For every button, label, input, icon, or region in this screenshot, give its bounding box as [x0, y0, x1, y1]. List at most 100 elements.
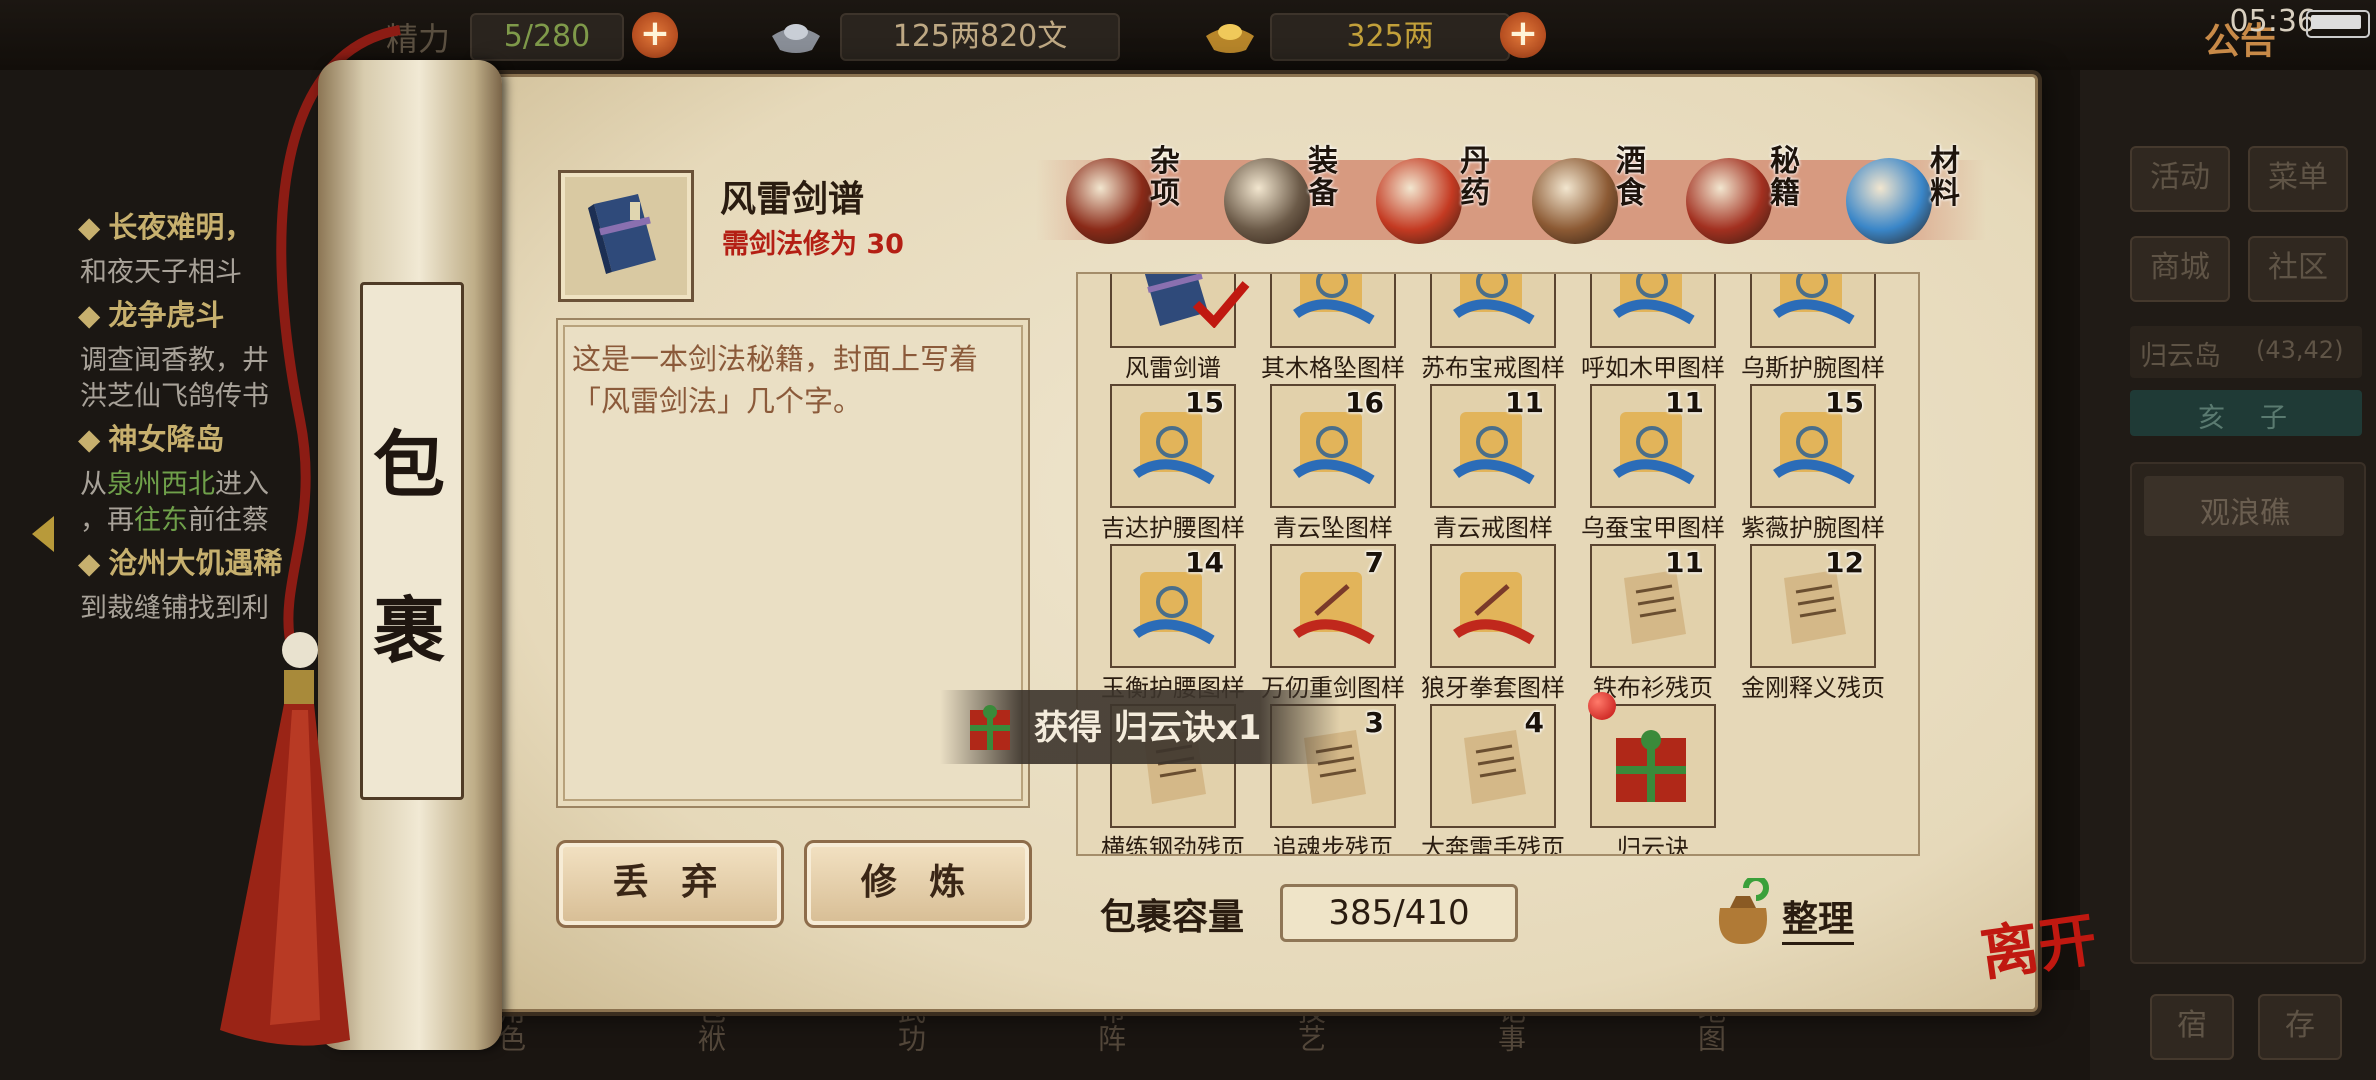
pattern-icon — [1453, 274, 1535, 325]
pattern-icon — [1773, 274, 1855, 325]
slot-frame: 14 — [1110, 544, 1236, 668]
scroll-title-char: 包 — [372, 422, 445, 507]
item-count: 4 — [1524, 706, 1544, 739]
quest-title[interactable]: 神女降岛 — [78, 416, 224, 458]
menu-button[interactable]: 菜单 — [2248, 146, 2348, 212]
quest-desc: 和夜天子相斗 — [80, 257, 242, 288]
capacity-label: 包裹容量 — [1100, 897, 1245, 938]
inventory-slot[interactable]: 7 万仞重剑图样 — [1238, 542, 1405, 704]
tab-gear-bundle[interactable]: 装备 — [1218, 140, 1368, 250]
save-button[interactable]: 存 — [2258, 994, 2342, 1060]
inventory-slot[interactable]: 呼如木甲图样 — [1558, 274, 1725, 384]
discard-button[interactable]: 丢 弃 — [556, 840, 784, 928]
inventory-slot[interactable]: 16 青云坠图样 — [1238, 382, 1398, 544]
inventory-slot[interactable]: 11 铁布衫残页 — [1558, 542, 1718, 704]
inventory-slot[interactable]: 12 金刚释义残页 — [1718, 542, 1885, 704]
slot-frame — [1270, 274, 1396, 348]
item-count: 16 — [1345, 386, 1384, 419]
item-count: 12 — [1825, 546, 1864, 579]
add-stamina-button[interactable]: + — [632, 12, 678, 58]
rest-button[interactable]: 宿 — [2150, 994, 2234, 1060]
inventory-slot[interactable]: 11 青云戒图样 — [1398, 382, 1558, 544]
jar-icon — [1066, 158, 1152, 244]
pattern-icon — [1613, 274, 1695, 325]
time-of-day-bar — [2130, 390, 2362, 436]
item-count: 11 — [1665, 546, 1704, 579]
tab-jar[interactable]: 杂项 — [1060, 140, 1210, 250]
inventory-slot[interactable]: 其木格坠图样 — [1238, 274, 1405, 384]
tab-label: 杂项 — [1150, 144, 1180, 211]
stamina-value: 5/280 — [470, 13, 624, 61]
item-count: 15 — [1825, 386, 1864, 419]
sort-button[interactable]: 整理 — [1782, 890, 1855, 945]
inventory-slot[interactable]: 4 大奔雷手残页 — [1398, 702, 1565, 854]
quest-title[interactable]: 长夜难明， — [78, 204, 253, 246]
inventory-slot[interactable]: 15 紫薇护腕图样 — [1718, 382, 1885, 544]
crystal-icon — [1846, 158, 1932, 244]
inventory-slot[interactable]: 11 乌蚕宝甲图样 — [1558, 382, 1725, 544]
time-char: 子 — [2260, 403, 2287, 434]
inventory-slot[interactable]: 15 吉达护腰图样 — [1078, 382, 1245, 544]
slot-frame: 11 — [1430, 384, 1556, 508]
slot-frame — [1430, 544, 1556, 668]
books-icon — [1686, 158, 1772, 244]
item-count: 3 — [1364, 706, 1384, 739]
slot-frame — [1590, 274, 1716, 348]
inventory-slot[interactable]: 狼牙拳套图样 — [1398, 542, 1565, 704]
tab-label: 丹药 — [1460, 144, 1490, 211]
scroll-title-panel — [360, 282, 464, 800]
inventory-slot[interactable]: 14 玉衡护腰图样 — [1078, 542, 1245, 704]
location-coords: (43,42) — [2256, 336, 2344, 364]
slot-frame: 12 — [1750, 544, 1876, 668]
tab-label: 装备 — [1308, 144, 1338, 211]
slot-frame — [1588, 692, 1716, 828]
tab-wine-food[interactable]: 酒食 — [1526, 140, 1676, 250]
inventory-slot[interactable]: 乌斯护腕图样 — [1718, 274, 1885, 384]
shop-button[interactable]: 商城 — [2130, 236, 2230, 302]
pills-icon — [1376, 158, 1462, 244]
gold-ingot-icon — [1206, 24, 1254, 53]
item-name: 紫薇护腕图样 — [1741, 514, 1885, 542]
practice-button[interactable]: 修 炼 — [804, 840, 1032, 928]
gear-bundle-icon — [1224, 158, 1310, 244]
slot-frame — [1110, 274, 1250, 348]
pattern-red-icon — [1453, 572, 1535, 645]
tab-books[interactable]: 秘籍 — [1680, 140, 1830, 250]
inventory-slot[interactable]: 归云诀 — [1558, 692, 1718, 854]
slot-frame: 15 — [1750, 384, 1876, 508]
collapse-arrow-icon[interactable] — [22, 510, 66, 558]
giftbook-icon — [1616, 730, 1686, 802]
gift-book-icon — [970, 705, 1010, 750]
add-gold-button[interactable]: + — [1500, 12, 1546, 58]
community-button[interactable]: 社区 — [2248, 236, 2348, 302]
slot-frame: 11 — [1590, 544, 1716, 668]
sort-bag-icon[interactable] — [1706, 878, 1780, 948]
capacity-value: 385/410 — [1280, 884, 1518, 942]
activity-button[interactable]: 活动 — [2130, 146, 2230, 212]
scroll-title-char: 裹 — [372, 588, 445, 673]
slot-frame: 15 — [1110, 384, 1236, 508]
item-obtained-text: 获得 归云诀x1 — [1034, 708, 1262, 748]
slot-frame — [1750, 274, 1876, 348]
place-name: 观浪礁 — [2200, 496, 2290, 531]
selected-item-name: 风雷剑谱 — [720, 179, 865, 220]
pattern-icon — [1293, 274, 1375, 325]
item-count: 14 — [1185, 546, 1224, 579]
tab-label: 酒食 — [1616, 144, 1646, 211]
area-list — [2130, 462, 2366, 964]
tab-crystal[interactable]: 材料 — [1840, 140, 1990, 250]
leave-button[interactable]: 离开 — [1975, 892, 2102, 991]
item-count: 7 — [1364, 546, 1384, 579]
selected-item-requirement: 需剑法修为 30 — [722, 229, 904, 260]
slot-frame — [1430, 274, 1556, 348]
inventory-slot[interactable]: 风雷剑谱 — [1078, 274, 1250, 384]
wine-food-icon — [1532, 158, 1618, 244]
tab-pills[interactable]: 丹药 — [1370, 140, 1520, 250]
item-count: 15 — [1185, 386, 1224, 419]
quest-title[interactable]: 龙争虎斗 — [78, 292, 224, 334]
item-grid[interactable]: 风雷剑谱 其木格坠图样 苏布宝戒图样 呼如木甲图样 乌斯护腕图样 15 吉达护腰图样 16 青云… — [1076, 272, 1920, 856]
time-char: 亥 — [2198, 403, 2225, 434]
inventory-slot[interactable]: 苏布宝戒图样 — [1398, 274, 1565, 384]
battery-icon — [2306, 10, 2370, 38]
slot-frame: 7 — [1270, 544, 1396, 668]
